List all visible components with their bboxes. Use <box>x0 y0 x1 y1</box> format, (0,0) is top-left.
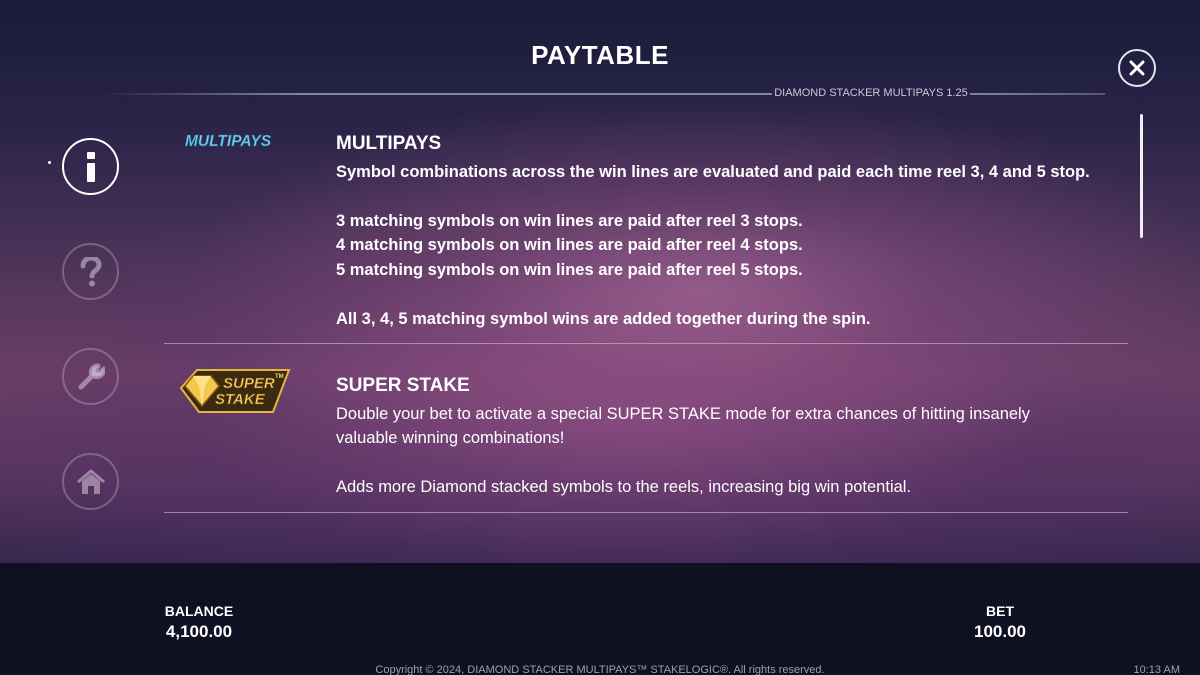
super-stake-logo: SUPER STAKE TM <box>179 369 291 413</box>
super-stake-description-line1: Double your bet to activate a special SU… <box>336 405 1030 423</box>
bet-label: BET <box>986 603 1014 619</box>
multipays-rule-reel4: 4 matching symbols on win lines are paid… <box>336 236 803 254</box>
clock: 10:13 AM <box>1133 664 1180 675</box>
super-stake-description-line2: valuable winning combinations! <box>336 429 565 447</box>
nav-home-button[interactable] <box>62 453 119 510</box>
paytable-screen: PAYTABLE DIAMOND STACKER MULTIPAYS 1.25 <box>0 0 1200 675</box>
question-icon <box>80 256 102 286</box>
header-divider-right <box>970 93 1105 95</box>
copyright-text: Copyright © 2024, DIAMOND STACKER MULTIP… <box>375 664 825 675</box>
svg-text:MULTIPAYS: MULTIPAYS <box>185 133 272 150</box>
svg-text:TM: TM <box>275 374 284 380</box>
nav-info-button[interactable] <box>62 138 119 195</box>
multipays-description: Symbol combinations across the win lines… <box>336 163 1090 181</box>
super-stake-heading: SUPER STAKE <box>336 375 470 396</box>
wrench-icon <box>78 363 105 389</box>
bet-display: BET 100.00 <box>950 603 1050 642</box>
balance-display: BALANCE 4,100.00 <box>140 603 258 642</box>
info-icon <box>86 151 95 182</box>
balance-value: 4,100.00 <box>165 622 233 641</box>
scrollbar-thumb[interactable] <box>1140 114 1143 238</box>
bet-value: 100.00 <box>974 622 1026 641</box>
multipays-rule-reel5: 5 matching symbols on win lines are paid… <box>336 261 803 279</box>
super-stake-feature: Adds more Diamond stacked symbols to the… <box>336 478 912 496</box>
nav-settings-button[interactable] <box>62 348 119 405</box>
header-divider-left <box>100 93 772 95</box>
page-title: PAYTABLE <box>531 40 669 70</box>
svg-text:SUPER: SUPER <box>223 375 275 392</box>
multipays-heading: MULTIPAYS <box>336 133 442 154</box>
balance-label: BALANCE <box>164 603 234 619</box>
svg-text:STAKE: STAKE <box>215 391 266 408</box>
section-divider <box>164 512 1128 513</box>
home-icon <box>76 469 105 494</box>
close-button[interactable] <box>1118 49 1156 87</box>
section-divider <box>164 343 1128 344</box>
version-label: DIAMOND STACKER MULTIPAYS 1.25 <box>774 87 968 99</box>
multipays-logo: MULTIPAYS <box>185 133 272 151</box>
active-indicator-dot <box>48 161 51 164</box>
nav-help-button[interactable] <box>62 243 119 300</box>
close-icon <box>1129 60 1145 76</box>
multipays-rule-reel3: 3 matching symbols on win lines are paid… <box>336 212 803 230</box>
multipays-summary: All 3, 4, 5 matching symbol wins are add… <box>336 310 871 328</box>
